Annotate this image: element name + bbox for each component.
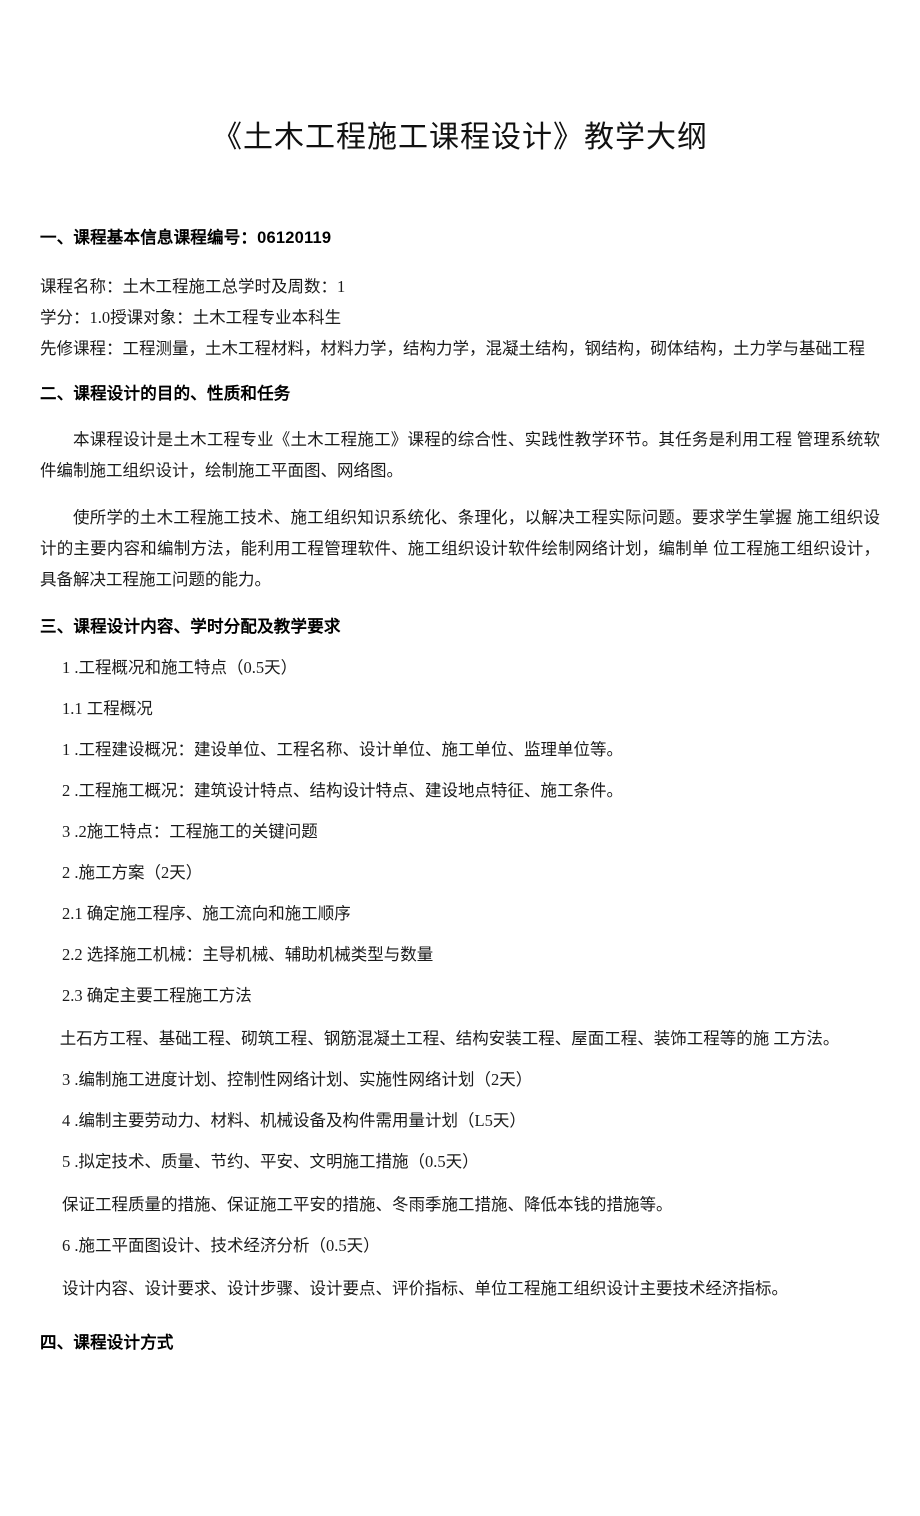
section-two-paragraph: 本课程设计是土木工程专业《土木工程施工》课程的综合性、实践性教学环节。其任务是利… bbox=[40, 429, 880, 480]
list-item: 3 .编制施工进度计划、控制性网络计划、实施性网络计划（2天） bbox=[62, 1069, 533, 1089]
list-item: 2 .施工方案（2天） bbox=[62, 862, 203, 882]
list-item: 2.1 确定施工程序、施工流向和施工顺序 bbox=[62, 903, 351, 923]
course-info-block: 课程名称：土木工程施工总学时及周数：1 学分：1.0授课对象：土木工程专业本科生… bbox=[40, 271, 880, 364]
list-item: 2.3 确定主要工程施工方法 bbox=[62, 985, 252, 1005]
document-page: 《土木工程施工课程设计》教学大纲 一、课程基本信息课程编号：06120119 课… bbox=[0, 0, 920, 1516]
measures-note: 保证工程质量的措施、保证施工平安的措施、冬雨季施工措施、降低本钱的措施等。 bbox=[62, 1194, 673, 1214]
course-info-line: 课程名称：土木工程施工总学时及周数：1 bbox=[40, 276, 346, 296]
section-heading-one: 一、课程基本信息课程编号：06120119 bbox=[40, 229, 332, 247]
list-item: 5 .拟定技术、质量、节约、平安、文明施工措施（0.5天） bbox=[62, 1151, 479, 1171]
course-info-line: 先修课程：工程测量，土木工程材料，材料力学，结构力学，混凝土结构，钢结构，砌体结… bbox=[40, 338, 865, 358]
section-heading-three: 三、课程设计内容、学时分配及教学要求 bbox=[40, 618, 341, 636]
list-item: 1.1 工程概况 bbox=[62, 698, 153, 718]
design-indicators-note: 设计内容、设计要求、设计步骤、设计要点、评价指标、单位工程施工组织设计主要技术经… bbox=[62, 1278, 788, 1298]
section-two-paragraph: 使所学的土木工程施工技术、施工组织知识系统化、条理化，以解决工程实际问题。要求学… bbox=[40, 508, 880, 589]
list-item: 2 .工程施工概况：建筑设计特点、结构设计特点、建设地点特征、施工条件。 bbox=[62, 780, 623, 800]
construction-methods-paragraph: 土石方工程、基础工程、砌筑工程、钢筋混凝土工程、结构安装工程、屋面工程、装饰工程… bbox=[59, 1028, 840, 1048]
section-heading-four: 四、课程设计方式 bbox=[40, 1333, 174, 1352]
section-heading-two: 二、课程设计的目的、性质和任务 bbox=[40, 384, 291, 403]
course-info-line: 学分：1.0授课对象：土木工程专业本科生 bbox=[40, 307, 342, 327]
list-item: 4 .编制主要劳动力、材料、机械设备及构件需用量计划（L5天） bbox=[62, 1110, 526, 1130]
list-item: 1 .工程建设概况：建设单位、工程名称、设计单位、施工单位、监理单位等。 bbox=[62, 739, 623, 759]
list-item: 2.2 选择施工机械：主导机械、辅助机械类型与数量 bbox=[62, 944, 434, 964]
list-item: 3 .2施工特点：工程施工的关键问题 bbox=[62, 821, 318, 841]
list-item: 1 .工程概况和施工特点（0.5天） bbox=[62, 657, 298, 677]
page-title: 《土木工程施工课程设计》教学大纲 bbox=[212, 121, 708, 154]
list-item: 6 .施工平面图设计、技术经济分析（0.5天） bbox=[62, 1235, 380, 1255]
